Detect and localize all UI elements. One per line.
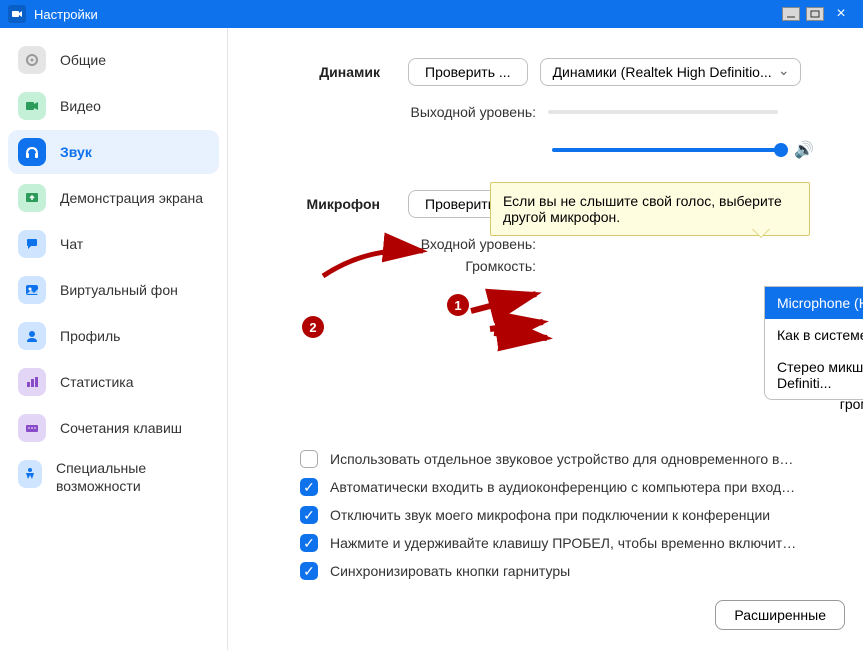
separate-device-checkbox[interactable] — [300, 450, 318, 468]
mic-tooltip: Если вы не слышите свой голос, выберите … — [490, 182, 810, 236]
annotation-badge-1: 1 — [447, 294, 469, 316]
sidebar-item-share[interactable]: Демонстрация экрана — [8, 176, 219, 220]
speaker-device-select[interactable]: Динамики (Realtek High Definitio... — [540, 58, 801, 86]
auto-join-audio-checkbox[interactable]: ✓ — [300, 478, 318, 496]
mic-device-dropdown: Microphone (HD Webcam C270) Как в систем… — [764, 286, 863, 400]
sidebar-item-label: Демонстрация экрана — [60, 190, 203, 206]
sidebar-item-label: Звук — [60, 144, 92, 160]
sidebar-item-profile[interactable]: Профиль — [8, 314, 219, 358]
check-label: Синхронизировать кнопки гарнитуры — [330, 563, 570, 579]
close-button[interactable]: × — [827, 5, 855, 23]
output-level-meter — [548, 110, 778, 114]
speaker-label: Динамик — [268, 64, 408, 80]
sidebar-item-stats[interactable]: Статистика — [8, 360, 219, 404]
check-label: Автоматически входить в аудиоконференцию… — [330, 479, 800, 495]
mic-option[interactable]: Microphone (HD Webcam C270) — [765, 287, 863, 319]
sidebar-item-shortcuts[interactable]: Сочетания клавиш — [8, 406, 219, 450]
headphones-icon — [18, 138, 46, 166]
sidebar-item-label: Статистика — [60, 374, 134, 390]
sidebar-item-virtual-bg[interactable]: Виртуальный фон — [8, 268, 219, 312]
minimize-button[interactable] — [782, 7, 800, 21]
sidebar-item-general[interactable]: Общие — [8, 38, 219, 82]
test-speaker-button[interactable]: Проверить ... — [408, 58, 528, 86]
speaker-volume-slider[interactable] — [552, 148, 782, 152]
general-icon — [18, 46, 46, 74]
speaker-icon: 🔊 — [794, 140, 814, 160]
mic-option[interactable]: Как в системе — [765, 319, 863, 351]
maximize-button[interactable] — [806, 7, 824, 21]
title-bar: Настройки × — [0, 0, 863, 28]
keyboard-icon — [18, 414, 46, 442]
sidebar-item-chat[interactable]: Чат — [8, 222, 219, 266]
annotation-arrow-2 — [318, 246, 428, 291]
sidebar-item-label: Виртуальный фон — [60, 282, 178, 298]
share-icon — [18, 184, 46, 212]
mute-on-join-checkbox[interactable]: ✓ — [300, 506, 318, 524]
window-title: Настройки — [34, 7, 98, 22]
sidebar-item-label: Специальные возможности — [56, 460, 209, 495]
sync-headset-checkbox[interactable]: ✓ — [300, 562, 318, 580]
sidebar-item-video[interactable]: Видео — [8, 84, 219, 128]
sidebar-item-label: Чат — [60, 236, 83, 252]
content-pane: Динамик Проверить ... Динамики (Realtek … — [228, 28, 863, 650]
sidebar-item-label: Видео — [60, 98, 101, 114]
check-label: Отключить звук моего микрофона при подкл… — [330, 507, 770, 523]
virtual-bg-icon — [18, 276, 46, 304]
sidebar-item-audio[interactable]: Звук — [8, 130, 219, 174]
annotation-arrow-1c — [492, 328, 552, 353]
sidebar-item-label: Профиль — [60, 328, 120, 344]
sidebar: Общие Видео Звук Демонстрация экрана Чат… — [0, 28, 228, 650]
stats-icon — [18, 368, 46, 396]
profile-icon — [18, 322, 46, 350]
output-level-label: Выходной уровень: — [268, 104, 548, 120]
sidebar-item-accessibility[interactable]: Специальные возможности — [8, 452, 219, 503]
chat-icon — [18, 230, 46, 258]
sidebar-item-label: Сочетания клавиш — [60, 420, 182, 436]
app-logo — [8, 5, 26, 23]
check-label: Использовать отдельное звуковое устройст… — [330, 451, 800, 467]
video-icon — [18, 92, 46, 120]
advanced-button[interactable]: Расширенные — [715, 600, 845, 630]
accessibility-icon — [18, 460, 42, 488]
sidebar-item-label: Общие — [60, 52, 106, 68]
push-to-talk-checkbox[interactable]: ✓ — [300, 534, 318, 552]
annotation-badge-2: 2 — [302, 316, 324, 338]
mic-label: Микрофон — [268, 196, 408, 212]
check-label: Нажмите и удерживайте клавишу ПРОБЕЛ, чт… — [330, 535, 800, 551]
mic-option[interactable]: Стерео микшер (Realtek High Definiti... — [765, 351, 863, 399]
